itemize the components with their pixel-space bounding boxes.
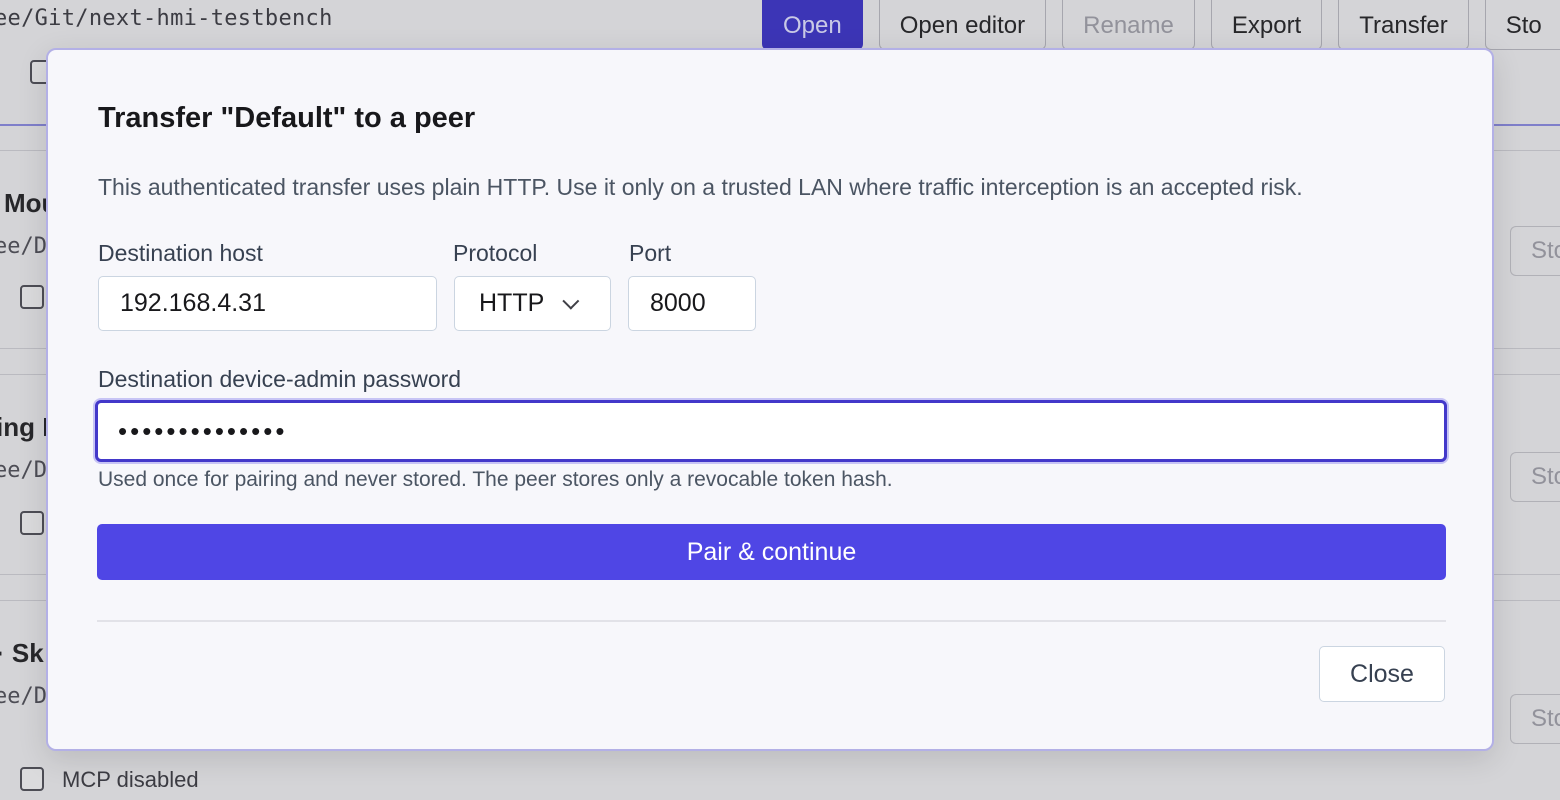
transfer-dialog: Transfer "Default" to a peer This authen…	[46, 48, 1494, 751]
pair-continue-button[interactable]: Pair & continue	[97, 524, 1446, 580]
host-value: 192.168.4.31	[120, 289, 266, 317]
dialog-divider	[97, 620, 1446, 622]
port-label: Port	[629, 240, 672, 266]
password-input[interactable]: ••••••••••••••	[95, 400, 1447, 462]
chevron-down-icon	[562, 292, 580, 310]
protocol-value: HTTP	[479, 289, 545, 317]
dialog-title: Transfer "Default" to a peer	[98, 102, 476, 134]
dialog-description: This authenticated transfer uses plain H…	[98, 174, 1303, 200]
close-button[interactable]: Close	[1319, 646, 1445, 702]
port-value: 8000	[650, 289, 706, 317]
protocol-label: Protocol	[453, 240, 538, 266]
port-input[interactable]: 8000	[628, 276, 756, 331]
protocol-select[interactable]: HTTP	[454, 276, 611, 331]
host-label: Destination host	[98, 240, 263, 266]
password-label: Destination device-admin password	[98, 366, 462, 392]
password-hint: Used once for pairing and never stored. …	[98, 468, 893, 491]
password-value: ••••••••••••••	[118, 415, 288, 446]
host-input[interactable]: 192.168.4.31	[98, 276, 437, 331]
